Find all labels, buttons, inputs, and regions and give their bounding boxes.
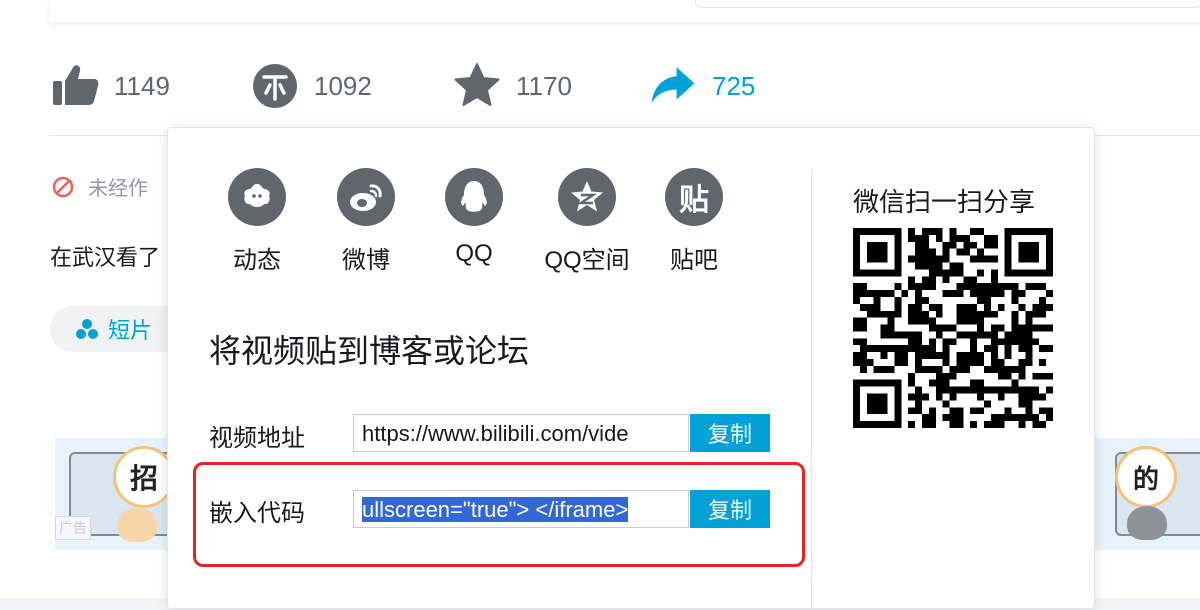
embed-highlight-box [193,462,805,567]
tag-dots-icon [76,319,98,339]
star-icon [452,61,502,111]
video-url-field[interactable]: https://www.bilibili.com/vide [353,414,689,452]
tieba-icon: 贴 [665,168,723,226]
share-qq-label: QQ [455,240,493,267]
share-qzone[interactable]: QQ空间 [527,168,647,275]
weibo-icon [337,168,395,226]
thumbs-up-icon [50,61,100,111]
wechat-qr-code [853,228,1053,428]
like-button[interactable]: 1149 [50,58,170,114]
qr-title: 微信扫一扫分享 [853,187,1036,217]
qq-icon [445,168,503,226]
share-tieba[interactable]: 贴 贴吧 [634,168,754,275]
qzone-icon [558,168,616,226]
copy-url-button[interactable]: 复制 [690,414,770,452]
share-arrow-icon [648,61,698,111]
copyright-text: 未经作 [88,178,148,200]
ad-bubble: 的 [1115,446,1177,508]
share-button[interactable]: 725 [648,58,755,114]
share-tieba-label: 贴吧 [670,247,718,274]
ad-bubble: 招 [113,446,175,508]
coin-button[interactable]: 1092 [250,58,372,114]
share-qzone-label: QQ空间 [544,247,630,274]
copyright-notice: 未经作 [52,172,148,201]
video-url-label: 视频地址 [209,425,305,452]
share-dynamic[interactable]: 动态 [197,168,317,275]
favorite-button[interactable]: 1170 [452,58,572,114]
share-count: 725 [712,70,756,101]
coin-icon [250,61,300,111]
share-weibo[interactable]: 微博 [306,168,426,275]
ad-label: 广告 [55,516,91,540]
share-weibo-label: 微博 [342,247,390,274]
ad-banner-right[interactable]: 的 [1095,438,1200,550]
coin-count: 1092 [314,70,372,101]
favorite-count: 1170 [516,70,572,101]
video-description: 在武汉看了 [50,245,161,270]
cat-mascot-icon [117,508,157,542]
video-url-value: https://www.bilibili.com/vide [362,421,629,446]
top-search-input[interactable] [695,0,1200,8]
like-count: 1149 [114,70,170,101]
share-popup: 动态 微博 QQ QQ空间 贴 贴吧 将视频贴到博客或论坛 视频地址 https… [167,127,1095,610]
embed-section-title: 将视频贴到博客或论坛 [209,333,530,369]
no-reprint-icon [52,176,74,197]
share-qq[interactable]: QQ [414,168,534,268]
popup-divider [811,170,812,610]
dynamic-icon [228,168,286,226]
tag-label: 短片 [108,318,153,343]
cat-mascot-icon [1127,506,1167,540]
share-dynamic-label: 动态 [233,247,281,274]
